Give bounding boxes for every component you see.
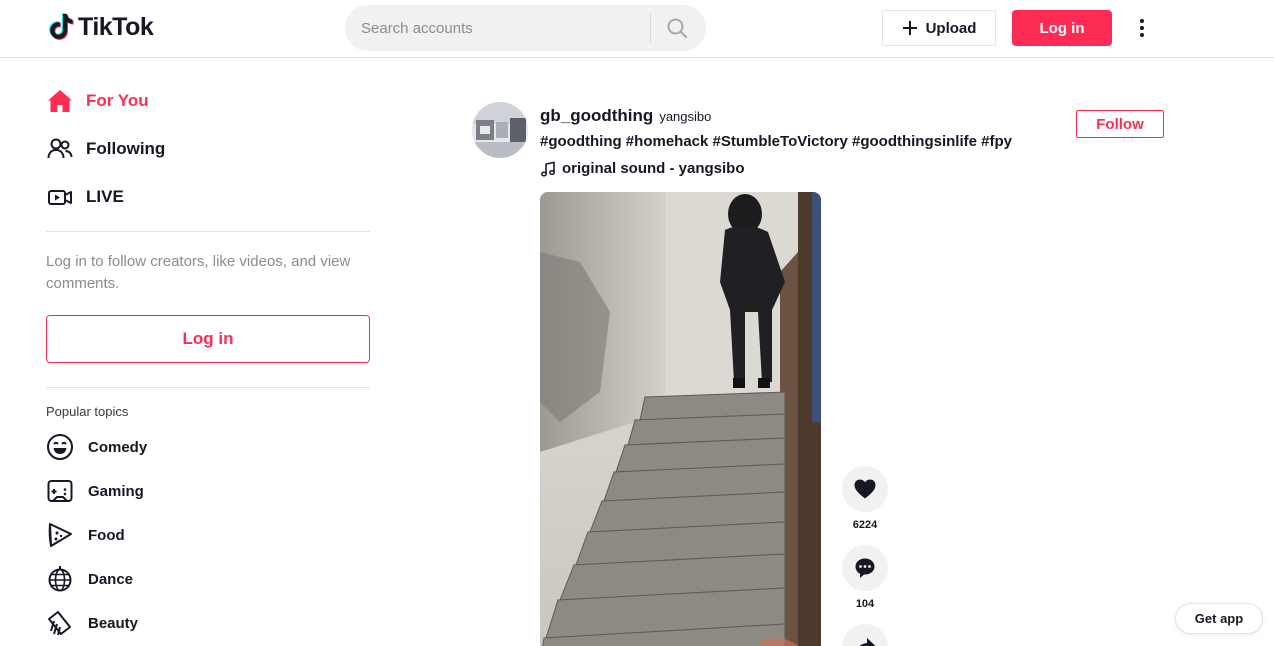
topic-label: Beauty bbox=[88, 614, 139, 632]
pizza-icon bbox=[48, 523, 72, 547]
top-bar: TikTok Upload Log in bbox=[0, 0, 1274, 58]
video-sound[interactable]: original sound - yangsibo bbox=[540, 160, 745, 177]
get-app-button[interactable]: Get app bbox=[1175, 603, 1263, 634]
heart-icon bbox=[854, 479, 876, 499]
comment-count: 104 bbox=[855, 598, 875, 610]
share-button[interactable] bbox=[842, 624, 888, 646]
nav-label: For You bbox=[86, 91, 149, 110]
more-vertical-icon bbox=[1140, 19, 1144, 37]
author-avatar[interactable] bbox=[472, 102, 528, 158]
gamepad-icon bbox=[47, 480, 73, 502]
like-button[interactable] bbox=[842, 466, 888, 512]
comment-icon bbox=[855, 558, 875, 578]
plus-icon bbox=[902, 21, 917, 35]
popular-topics-title: Popular topics bbox=[46, 404, 129, 419]
follow-button[interactable]: Follow bbox=[1076, 110, 1164, 138]
nav-label: LIVE bbox=[86, 187, 124, 206]
sidebar: For You Following LIVE Log in to follow … bbox=[46, 58, 370, 645]
comment-action: 104 bbox=[842, 545, 888, 610]
tiktok-logo-icon bbox=[49, 13, 74, 40]
search-icon bbox=[667, 18, 687, 38]
search-bar bbox=[345, 5, 706, 51]
topic-label: Food bbox=[88, 526, 125, 544]
avatar-image bbox=[472, 102, 528, 158]
comment-button[interactable] bbox=[842, 545, 888, 591]
share-icon bbox=[859, 638, 876, 646]
author-username[interactable]: gb_goodthing bbox=[540, 106, 653, 126]
video-player[interactable] bbox=[540, 192, 821, 646]
upload-label: Upload bbox=[925, 19, 977, 37]
nav-label: Following bbox=[86, 139, 166, 158]
nav-item-for-you[interactable]: For You bbox=[46, 77, 370, 125]
music-note-icon bbox=[541, 161, 555, 177]
sidebar-divider bbox=[46, 387, 370, 388]
comb-icon bbox=[48, 611, 71, 636]
author-nickname[interactable]: yangsibo bbox=[659, 109, 711, 124]
search-button[interactable] bbox=[651, 5, 703, 51]
topic-comedy[interactable]: Comedy bbox=[46, 425, 370, 469]
share-action bbox=[842, 624, 888, 646]
nav-item-live[interactable]: LIVE bbox=[46, 173, 370, 221]
topic-beauty[interactable]: Beauty bbox=[46, 601, 370, 645]
like-count: 6224 bbox=[852, 519, 878, 531]
home-icon bbox=[48, 90, 72, 112]
sidebar-login-button[interactable]: Log in bbox=[46, 315, 370, 363]
topic-gaming[interactable]: Gaming bbox=[46, 469, 370, 513]
disco-ball-icon bbox=[48, 566, 72, 592]
sound-label: original sound - yangsibo bbox=[562, 160, 745, 177]
main-nav: For You Following LIVE bbox=[46, 58, 370, 221]
like-action: 6224 bbox=[842, 466, 888, 531]
topic-dance[interactable]: Dance bbox=[46, 557, 370, 601]
people-icon bbox=[47, 138, 73, 159]
header-login-button[interactable]: Log in bbox=[1012, 10, 1112, 46]
video-caption: #goodthing #homehack #StumbleToVictory #… bbox=[540, 133, 1012, 150]
tiktok-logo[interactable]: TikTok bbox=[48, 12, 154, 42]
topic-food[interactable]: Food bbox=[46, 513, 370, 557]
topic-label: Comedy bbox=[88, 438, 148, 456]
live-camera-icon bbox=[48, 190, 72, 205]
topic-label: Gaming bbox=[88, 482, 144, 500]
login-hint-text: Log in to follow creators, like videos, … bbox=[46, 253, 351, 292]
search-input[interactable] bbox=[345, 5, 650, 51]
logo-text: TikTok bbox=[78, 12, 154, 41]
more-options-button[interactable] bbox=[1130, 14, 1154, 42]
video-frame bbox=[540, 192, 821, 646]
topic-label: Dance bbox=[88, 570, 134, 588]
author-info: gb_goodthing yangsibo bbox=[540, 106, 711, 126]
upload-button[interactable]: Upload bbox=[882, 10, 996, 46]
nav-item-following[interactable]: Following bbox=[46, 125, 370, 173]
laugh-face-icon bbox=[47, 434, 73, 460]
